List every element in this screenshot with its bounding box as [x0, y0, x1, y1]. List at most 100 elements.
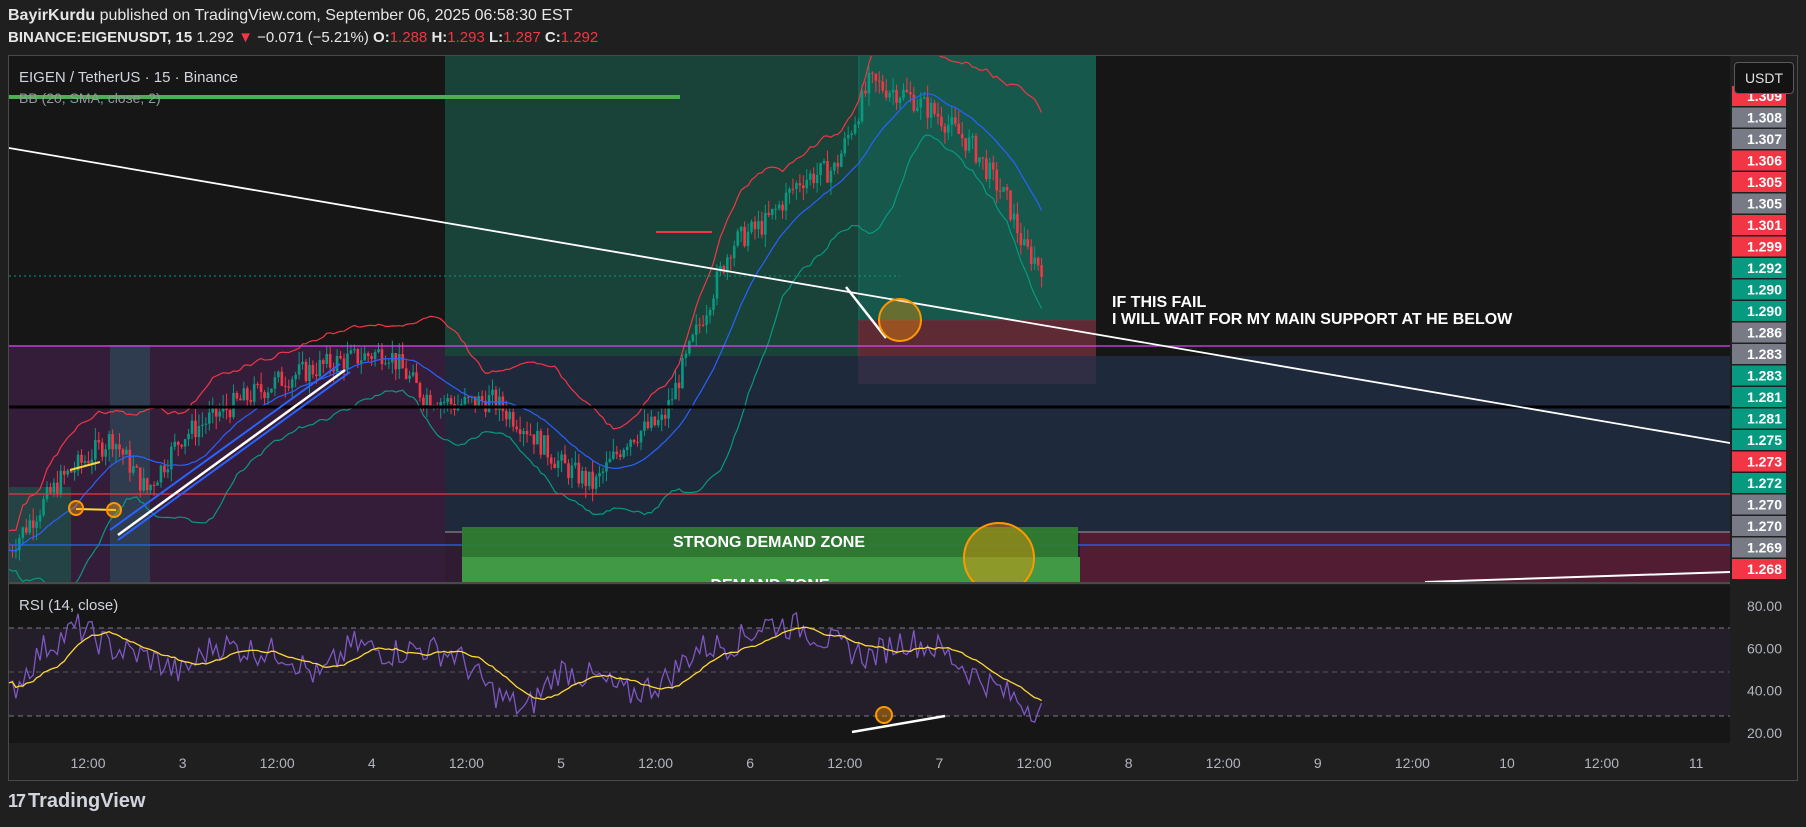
candle-body [290, 379, 294, 388]
price-scale-label: 1.301 [1747, 217, 1782, 233]
candle-body [518, 429, 522, 435]
candle-body [156, 482, 159, 486]
candle-body [176, 441, 180, 445]
candle-body [978, 157, 981, 163]
candle-body [670, 399, 674, 401]
time-axis[interactable]: 12:00 3 12:00 4 12:00 5 12:00 6 12:00 7 12:00 8 12:0… [70, 755, 1703, 771]
candle-body [743, 226, 746, 247]
bb-legend[interactable]: BB (20, SMA, close, 2) [19, 90, 161, 106]
candle-body [843, 138, 847, 154]
candle-body [28, 520, 32, 533]
candle-body [781, 204, 784, 211]
candle-body [667, 400, 670, 419]
candle-body [694, 324, 698, 335]
candle-body [850, 133, 853, 135]
candle-body [273, 377, 277, 389]
candle-body [650, 416, 653, 429]
candle-body [587, 471, 591, 487]
chart-canvas[interactable]: STRONG DEMAND ZONE DEMAND ZONE IF THIS F… [0, 0, 1806, 827]
candle-body [425, 394, 429, 406]
candle-body [384, 363, 387, 365]
candle-body [915, 107, 919, 111]
candle-body [467, 396, 470, 398]
candle-body [449, 398, 453, 405]
candle-body [180, 444, 183, 447]
time-axis-label: 12:00 [449, 755, 484, 771]
price-scale[interactable]: 1.3091.3081.3071.3061.3051.3051.3011.299… [1732, 86, 1786, 579]
pivot-circle-1[interactable] [68, 500, 84, 516]
candle-body [315, 374, 318, 377]
rsi-scale-label: 60.00 [1747, 640, 1782, 656]
rsi-circle[interactable] [875, 706, 893, 724]
candle-body [625, 446, 629, 450]
rsi-scale[interactable]: 80.00 60.00 40.00 20.00 [1747, 598, 1782, 741]
price-scale-label: 1.308 [1747, 110, 1782, 126]
candle-body [501, 396, 505, 411]
candle-body [874, 73, 878, 81]
candle-body [429, 394, 432, 407]
tradingview-logo-icon: 17 [8, 791, 26, 811]
candle-body [705, 315, 708, 325]
candle-body [1005, 187, 1009, 191]
candle-body [277, 371, 280, 378]
candle-body [397, 354, 401, 370]
time-axis-label: 12:00 [1206, 755, 1241, 771]
candle-body [297, 364, 301, 375]
candle-body [460, 404, 463, 406]
candle-body [228, 410, 232, 418]
candle-body [201, 424, 204, 426]
candle-body [912, 94, 916, 111]
candle-body [263, 392, 266, 399]
candle-body [732, 245, 736, 259]
candle-body [325, 353, 329, 364]
candle-body [100, 442, 104, 457]
candle-body [926, 97, 929, 118]
candle-body [757, 221, 760, 230]
rsi-scale-label: 80.00 [1747, 598, 1782, 614]
candle-body [615, 451, 619, 455]
candle-body [715, 271, 719, 299]
candle-body [259, 384, 263, 393]
candle-body [753, 221, 757, 230]
candle-body [511, 412, 515, 427]
candle-body [283, 385, 287, 387]
pivot-circle-2[interactable] [106, 502, 122, 518]
candle-body [971, 136, 974, 138]
candle-body [204, 423, 208, 425]
candle-body [125, 449, 128, 455]
price-scale-label: 1.305 [1747, 174, 1782, 190]
candle-body [411, 372, 415, 376]
currency-button[interactable]: USDT [1734, 62, 1794, 94]
candle-body [815, 175, 819, 184]
candle-body [170, 446, 173, 470]
candle-body [570, 465, 574, 479]
candle-body [66, 470, 70, 475]
time-axis-label: 12:00 [1016, 755, 1051, 771]
price-scale-label: 1.273 [1747, 454, 1782, 470]
symbol-legend: EIGEN / TetherUS · 15 · Binance [19, 69, 238, 86]
candle-body [556, 460, 560, 469]
candle-body [35, 521, 38, 528]
candle-body [698, 324, 702, 326]
candle-body [933, 102, 936, 114]
candle-body [546, 435, 550, 458]
tradingview-brand[interactable]: 17 TradingView [8, 790, 145, 813]
candle-body [577, 462, 581, 484]
candle-body [1029, 246, 1033, 264]
note-line-2: I WILL WAIT FOR MY MAIN SUPPORT AT HE BE… [1112, 311, 1513, 328]
candle-body [985, 158, 988, 180]
price-scale-label: 1.272 [1747, 475, 1782, 491]
candle-body [770, 208, 774, 216]
target-circle[interactable] [878, 298, 922, 342]
candle-body [656, 419, 660, 426]
candle-body [895, 89, 898, 103]
candle-body [128, 449, 132, 473]
candle-body [788, 188, 791, 193]
time-axis-label: 11 [1689, 755, 1704, 771]
rsi-legend[interactable]: RSI (14, close) [19, 597, 118, 614]
candle-body [94, 440, 97, 460]
candle-body [422, 397, 425, 406]
candle-body [594, 476, 598, 489]
note-line-1: IF THIS FAIL [1112, 294, 1206, 311]
candle-body [508, 412, 512, 420]
